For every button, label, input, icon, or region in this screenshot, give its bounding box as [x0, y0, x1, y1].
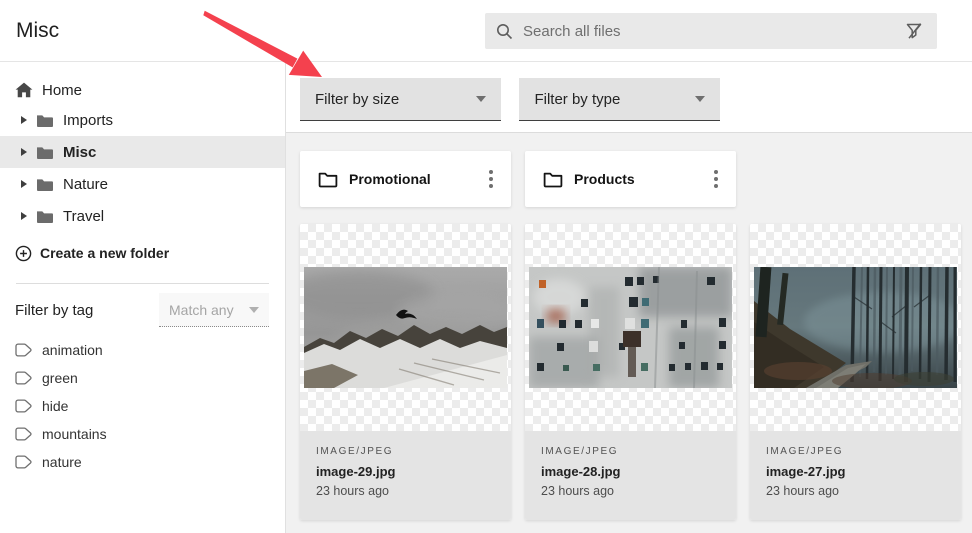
- folder-card-promotional[interactable]: Promotional: [300, 151, 511, 207]
- search-bar[interactable]: [485, 13, 937, 49]
- asset-thumbnail: [525, 224, 736, 431]
- sidebar-item-travel[interactable]: Travel: [0, 200, 285, 232]
- tag-icon: [15, 427, 33, 441]
- tag-icon: [15, 399, 33, 413]
- sidebar: Home Imports Misc Nature: [0, 62, 286, 533]
- asset-grid: Promotional Products: [286, 132, 972, 533]
- folder-card-products[interactable]: Products: [525, 151, 736, 207]
- create-folder-label: Create a new folder: [40, 245, 169, 261]
- create-new-folder-button[interactable]: Create a new folder: [0, 239, 285, 267]
- sidebar-item-label: Home: [42, 82, 82, 99]
- asset-format: IMAGE/JPEG: [541, 446, 720, 457]
- asset-thumbnail: [750, 224, 961, 431]
- chevron-down-icon: [249, 307, 259, 313]
- page-title: Misc: [16, 19, 59, 43]
- sidebar-item-label: Misc: [63, 144, 96, 161]
- sidebar-item-label: Imports: [63, 112, 113, 129]
- expand-caret-icon[interactable]: [21, 180, 27, 188]
- asset-card-image-29[interactable]: IMAGE/JPEG image-29.jpg 23 hours ago: [300, 224, 511, 520]
- chevron-down-icon: [695, 96, 705, 102]
- photo-bird-over-snowy-mountains: [304, 267, 507, 388]
- sidebar-item-label: Travel: [63, 208, 104, 225]
- asset-format: IMAGE/JPEG: [316, 446, 495, 457]
- home-icon: [15, 82, 33, 98]
- folder-icon: [36, 145, 53, 160]
- folder-card-name: Promotional: [349, 171, 431, 187]
- folder-icon: [36, 177, 53, 192]
- asset-card-image-27[interactable]: IMAGE/JPEG image-27.jpg 23 hours ago: [750, 224, 961, 520]
- tag-item-hide[interactable]: hide: [0, 392, 285, 420]
- sidebar-item-imports[interactable]: Imports: [0, 104, 285, 136]
- sidebar-item-misc[interactable]: Misc: [0, 136, 285, 168]
- expand-caret-icon[interactable]: [21, 212, 27, 220]
- tag-item-nature[interactable]: nature: [0, 448, 285, 476]
- tag-item-mountains[interactable]: mountains: [0, 420, 285, 448]
- tag-item-green[interactable]: green: [0, 364, 285, 392]
- tag-item-animation[interactable]: animation: [0, 336, 285, 364]
- tag-label: mountains: [42, 426, 107, 442]
- photo-weathered-building-facade: [529, 267, 732, 388]
- folder-icon: [36, 209, 53, 224]
- tag-label: hide: [42, 398, 68, 414]
- asset-meta: IMAGE/JPEG image-28.jpg 23 hours ago: [525, 431, 736, 520]
- plus-circle-icon: [15, 245, 32, 262]
- photo-foggy-forest-path: [754, 267, 957, 388]
- asset-meta: IMAGE/JPEG image-29.jpg 23 hours ago: [300, 431, 511, 520]
- search-icon: [496, 23, 513, 40]
- sidebar-item-label: Nature: [63, 176, 108, 193]
- main-area: Filter by size Filter by type Promotiona…: [286, 62, 972, 533]
- folder-card-name: Products: [574, 171, 635, 187]
- asset-format: IMAGE/JPEG: [766, 446, 945, 457]
- asset-filename: image-27.jpg: [766, 464, 945, 479]
- tag-match-mode-select[interactable]: Match any: [159, 293, 269, 327]
- folder-icon: [36, 113, 53, 128]
- tag-label: nature: [42, 454, 82, 470]
- asset-thumbnail: [300, 224, 511, 431]
- tag-icon: [15, 343, 33, 357]
- sidebar-item-home[interactable]: Home: [0, 76, 285, 104]
- asset-modified-time: 23 hours ago: [766, 484, 945, 498]
- clear-filters-button[interactable]: [903, 20, 926, 42]
- filter-by-tag-heading: Filter by tag: [15, 302, 93, 319]
- search-input[interactable]: [523, 23, 903, 40]
- chevron-down-icon: [476, 96, 486, 102]
- asset-modified-time: 23 hours ago: [316, 484, 495, 498]
- header: Misc: [0, 0, 972, 62]
- asset-card-image-28[interactable]: IMAGE/JPEG image-28.jpg 23 hours ago: [525, 224, 736, 520]
- tag-icon: [15, 455, 33, 469]
- filter-off-icon: [905, 22, 924, 40]
- filter-by-type-dropdown[interactable]: Filter by type: [519, 78, 720, 121]
- filter-by-size-label: Filter by size: [315, 91, 399, 108]
- asset-meta: IMAGE/JPEG image-27.jpg 23 hours ago: [750, 431, 961, 520]
- asset-modified-time: 23 hours ago: [541, 484, 720, 498]
- asset-filename: image-29.jpg: [316, 464, 495, 479]
- folder-outline-icon: [318, 171, 338, 188]
- tag-list: animation green hide mountains nature: [0, 336, 285, 476]
- folder-outline-icon: [543, 171, 563, 188]
- expand-caret-icon[interactable]: [21, 116, 27, 124]
- sidebar-divider: [16, 283, 269, 284]
- tag-label: green: [42, 370, 78, 386]
- filter-by-type-label: Filter by type: [534, 91, 620, 108]
- folder-menu-button[interactable]: [706, 164, 726, 194]
- asset-filename: image-28.jpg: [541, 464, 720, 479]
- tag-match-mode-value: Match any: [169, 302, 234, 318]
- filter-by-size-dropdown[interactable]: Filter by size: [300, 78, 501, 121]
- expand-caret-icon[interactable]: [21, 148, 27, 156]
- tag-icon: [15, 371, 33, 385]
- sidebar-item-nature[interactable]: Nature: [0, 168, 285, 200]
- filter-bar: Filter by size Filter by type: [286, 62, 972, 132]
- folder-menu-button[interactable]: [481, 164, 501, 194]
- tag-label: animation: [42, 342, 103, 358]
